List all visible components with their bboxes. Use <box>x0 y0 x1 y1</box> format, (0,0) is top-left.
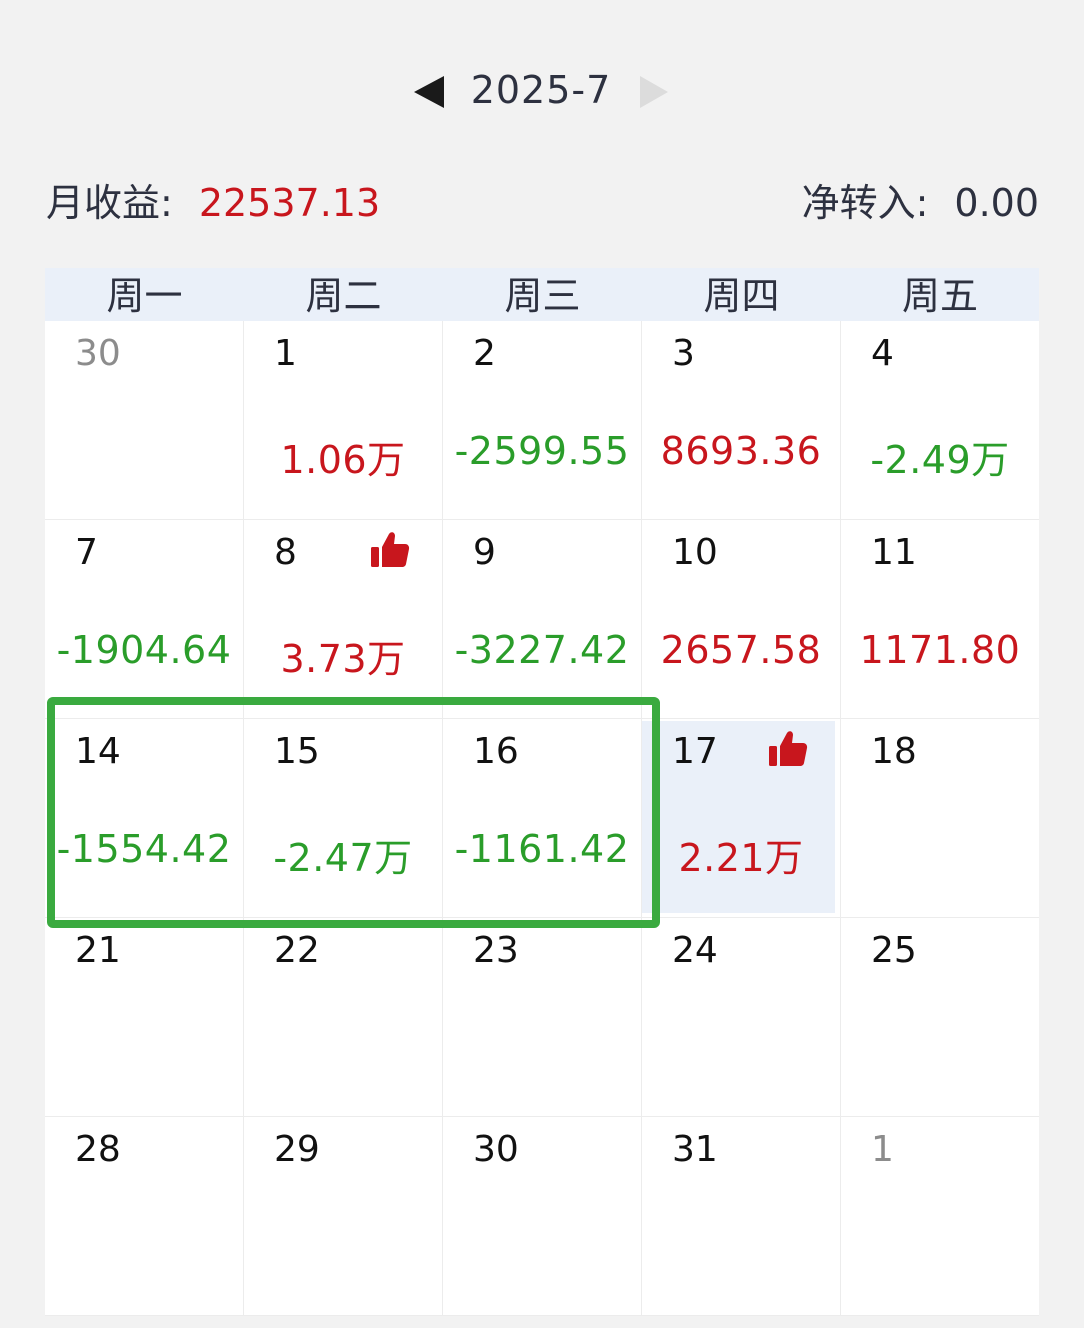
calendar-day-cell[interactable]: 22 <box>244 918 443 1117</box>
calendar-day-cell[interactable]: 8 3.73万 <box>244 520 443 719</box>
calendar-day-cell[interactable]: 28 <box>45 1117 244 1316</box>
day-pnl-value: 8693.36 <box>660 429 822 473</box>
day-number: 10 <box>672 532 718 573</box>
weekday-tue: 周二 <box>305 274 382 318</box>
calendar-day-cell[interactable]: 2 -2599.55 <box>443 321 642 520</box>
calendar-day-cell[interactable]: 14 -1554.42 <box>45 719 244 918</box>
calendar-day-cell[interactable]: 1 <box>841 1117 1039 1316</box>
thumbs-up-icon <box>371 532 410 567</box>
day-number: 28 <box>75 1129 121 1170</box>
calendar-day-cell[interactable]: 17 2.21万 <box>642 719 841 918</box>
month-navigator: 2025-7 <box>0 60 1084 124</box>
calendar-day-cell[interactable]: 24 <box>642 918 841 1117</box>
monthly-income: 月收益: 22537.13 <box>46 172 380 227</box>
day-number: 23 <box>473 930 519 971</box>
calendar-day-cell[interactable]: 16 -1161.42 <box>443 719 642 918</box>
day-number: 30 <box>75 333 121 374</box>
calendar-day-cell[interactable]: 9 -3227.42 <box>443 520 642 719</box>
day-number: 30 <box>473 1129 519 1170</box>
weekday-wed: 周三 <box>504 274 581 318</box>
thumbs-up-icon <box>769 731 808 766</box>
net-transfer-value: 0.00 <box>954 181 1039 225</box>
day-number: 17 <box>672 731 718 772</box>
weekday-header: 周一 周二 周三 周四 周五 <box>45 268 1039 321</box>
day-pnl-value: -3227.42 <box>454 628 630 672</box>
calendar-day-cell[interactable]: 30 <box>443 1117 642 1316</box>
day-number: 25 <box>871 930 917 971</box>
day-number: 1 <box>871 1129 894 1170</box>
calendar-day-cell[interactable]: 21 <box>45 918 244 1117</box>
day-number: 31 <box>672 1129 718 1170</box>
day-number: 9 <box>473 532 496 573</box>
day-number: 14 <box>75 731 121 772</box>
weekday-thu: 周四 <box>703 274 780 318</box>
calendar-week-row: 28 29 30 31 1 <box>45 1117 1039 1316</box>
calendar-day-cell[interactable]: 10 2657.58 <box>642 520 841 719</box>
net-transfer-label: 净转入: <box>801 181 929 225</box>
weekday-fri: 周五 <box>901 274 978 318</box>
day-pnl-value: -1554.42 <box>56 827 232 871</box>
day-number: 15 <box>274 731 320 772</box>
calendar-grid: 30 1 1.06万 2 -2599.55 3 8693.36 4 -2.49万 7 -1904.6… <box>45 321 1039 1316</box>
day-number: 7 <box>75 532 98 573</box>
calendar-day-cell[interactable]: 11 1171.80 <box>841 520 1039 719</box>
month-summary: 月收益: 22537.13 净转入: 0.00 <box>46 166 1039 226</box>
calendar-day-cell[interactable]: 4 -2.49万 <box>841 321 1039 520</box>
monthly-income-label: 月收益: <box>46 181 173 225</box>
calendar-day-cell[interactable]: 23 <box>443 918 642 1117</box>
day-number: 29 <box>274 1129 320 1170</box>
day-pnl-value: -2.49万 <box>870 438 1010 482</box>
net-transfer: 净转入: 0.00 <box>802 172 1039 227</box>
current-month-label: 2025-7 <box>470 68 612 112</box>
calendar-day-cell[interactable]: 25 <box>841 918 1039 1117</box>
day-number: 24 <box>672 930 718 971</box>
calendar-week-row: 21 22 23 24 25 <box>45 918 1039 1117</box>
day-number: 3 <box>672 333 695 374</box>
calendar-day-cell[interactable]: 3 8693.36 <box>642 321 841 520</box>
day-number: 11 <box>871 532 917 573</box>
day-number: 4 <box>871 333 894 374</box>
calendar-day-cell[interactable]: 29 <box>244 1117 443 1316</box>
day-pnl-value: -1904.64 <box>56 628 232 672</box>
calendar-week-row: 30 1 1.06万 2 -2599.55 3 8693.36 4 -2.49万 <box>45 321 1039 520</box>
calendar-day-cell[interactable]: 1 1.06万 <box>244 321 443 520</box>
day-number: 8 <box>274 532 297 573</box>
monthly-income-value: 22537.13 <box>198 181 381 225</box>
day-pnl-value: 2657.58 <box>660 628 822 672</box>
day-pnl-value: 1171.80 <box>859 628 1021 672</box>
calendar-day-cell[interactable]: 7 -1904.64 <box>45 520 244 719</box>
prev-month-arrow-icon[interactable] <box>414 76 444 108</box>
day-number: 1 <box>274 333 297 374</box>
day-number: 22 <box>274 930 320 971</box>
day-pnl-value: -2599.55 <box>454 429 630 473</box>
pnl-calendar: 周一 周二 周三 周四 周五 30 1 1.06万 2 -2599.55 3 8693.36… <box>45 268 1039 1316</box>
calendar-day-cell[interactable]: 30 <box>45 321 244 520</box>
calendar-week-row: 7 -1904.64 8 3.73万 9 -3227.42 10 2657.58 11 1171.… <box>45 520 1039 719</box>
next-month-arrow-icon[interactable] <box>640 76 668 108</box>
calendar-week-row: 14 -1554.42 15 -2.47万 16 -1161.42 17 2.21万 18 <box>45 719 1039 918</box>
calendar-day-cell[interactable]: 15 -2.47万 <box>244 719 443 918</box>
day-pnl-value: 2.21万 <box>678 836 804 880</box>
weekday-mon: 周一 <box>106 274 183 318</box>
day-pnl-value: -1161.42 <box>454 827 630 871</box>
day-pnl-value: 3.73万 <box>280 637 406 681</box>
day-pnl-value: 1.06万 <box>280 438 406 482</box>
day-number: 2 <box>473 333 496 374</box>
day-number: 16 <box>473 731 519 772</box>
day-number: 18 <box>871 731 917 772</box>
calendar-day-cell[interactable]: 18 <box>841 719 1039 918</box>
day-number: 21 <box>75 930 121 971</box>
calendar-day-cell[interactable]: 31 <box>642 1117 841 1316</box>
day-pnl-value: -2.47万 <box>273 836 413 880</box>
